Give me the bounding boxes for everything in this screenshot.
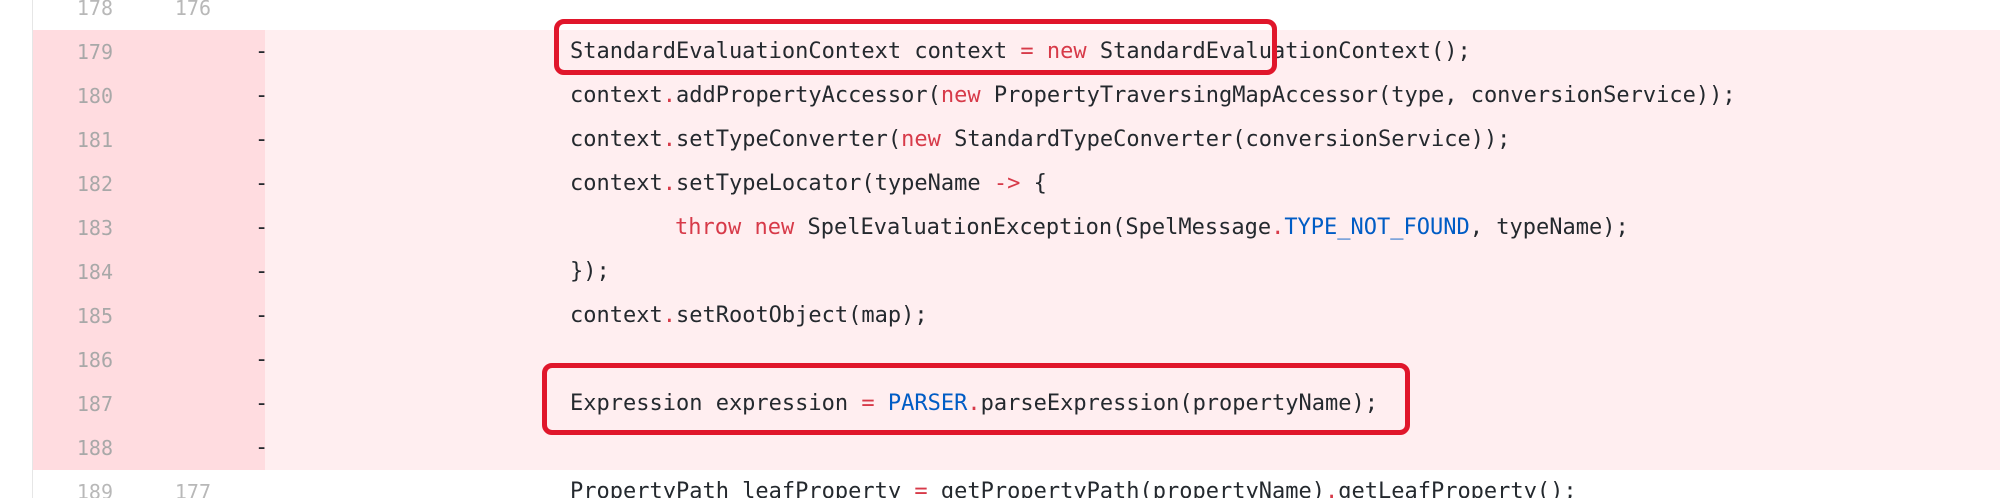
code-token: setRootObject(map);: [675, 303, 928, 328]
old-line-number[interactable]: 186: [33, 338, 113, 382]
old-line-number[interactable]: 185: [33, 294, 113, 338]
keyword-token: new: [901, 127, 941, 152]
code-token: });: [570, 259, 610, 284]
diff-row-deleted: 186 -: [33, 338, 2000, 382]
code-token: addPropertyAccessor(: [675, 83, 941, 108]
code-line: context.setRootObject(map);: [570, 294, 928, 338]
code-token: context: [570, 83, 663, 108]
new-line-number[interactable]: [127, 206, 211, 250]
diff-row-deleted: 182 - context.setTypeLocator(typeName ->…: [33, 162, 2000, 206]
code-token: SpelEvaluationException(SpelMessage: [794, 215, 1272, 240]
operator-token: .: [662, 303, 676, 328]
code-token: StandardTypeConverter(conversionService)…: [940, 127, 1511, 152]
new-line-number[interactable]: [127, 382, 211, 426]
new-line-number[interactable]: [127, 162, 211, 206]
code-token: getLeafProperty();: [1338, 479, 1577, 498]
deletion-marker: -: [255, 83, 269, 108]
diff-row-deleted: 181 - context.setTypeConverter(new Stand…: [33, 118, 2000, 162]
diff-row-deleted: 188 -: [33, 426, 2000, 470]
new-line-number[interactable]: 177: [127, 470, 211, 498]
deletion-marker: -: [255, 39, 269, 64]
code-token: {: [1020, 171, 1047, 196]
code-line: context.addPropertyAccessor(new Property…: [570, 74, 1736, 118]
diff-row-deleted: 183 - throw new SpelEvaluationException(…: [33, 206, 2000, 250]
old-line-number[interactable]: 182: [33, 162, 113, 206]
old-line-number[interactable]: 179: [33, 30, 113, 74]
new-line-number[interactable]: [127, 294, 211, 338]
operator-token: =: [861, 391, 875, 416]
keyword-token: throw: [675, 215, 742, 240]
operator-token: .: [662, 171, 676, 196]
operator-token: .: [1324, 479, 1339, 498]
code-line: PropertyPath leafProperty = getPropertyP…: [570, 470, 1577, 498]
diff-row-deleted: 185 - context.setRootObject(map);: [33, 294, 2000, 338]
new-line-number[interactable]: [127, 250, 211, 294]
old-line-number[interactable]: 178: [33, 0, 113, 30]
old-line-number[interactable]: 181: [33, 118, 113, 162]
diff-row-deleted: 180 - context.addPropertyAccessor(new Pr…: [33, 74, 2000, 118]
code-line: });: [570, 250, 610, 294]
operator-token: .: [662, 127, 676, 152]
code-line: throw new SpelEvaluationException(SpelMe…: [675, 206, 1629, 250]
code-token: context: [570, 171, 663, 196]
deletion-marker: -: [255, 347, 269, 372]
code-line: Expression expression = PARSER.parseExpr…: [570, 382, 1378, 426]
operator-token: ->: [993, 171, 1021, 196]
new-line-number[interactable]: [127, 426, 211, 470]
code-token: context: [570, 127, 663, 152]
code-token: PropertyPath leafProperty: [570, 479, 915, 498]
diff-row-deleted: 184 - });: [33, 250, 2000, 294]
old-line-number[interactable]: 187: [33, 382, 113, 426]
code-line: context.setTypeLocator(typeName -> {: [570, 162, 1047, 206]
operator-token: =: [914, 479, 928, 498]
deletion-marker: -: [255, 171, 269, 196]
new-line-number[interactable]: [127, 338, 211, 382]
new-line-number[interactable]: [127, 118, 211, 162]
deletion-marker: -: [255, 303, 269, 328]
operator-token: .: [967, 391, 981, 416]
old-line-number[interactable]: 189: [33, 470, 113, 498]
constant-token: PARSER: [887, 391, 968, 416]
code-token: setTypeConverter(: [675, 127, 902, 152]
new-line-number[interactable]: [127, 74, 211, 118]
old-line-number[interactable]: 180: [33, 74, 113, 118]
deletion-marker: -: [255, 435, 269, 460]
code-line: context.setTypeConverter(new StandardTyp…: [570, 118, 1510, 162]
new-line-number[interactable]: [127, 30, 211, 74]
deletion-marker: -: [255, 127, 269, 152]
code-token: StandardEvaluationContext context: [570, 39, 1021, 64]
operator-token: =: [1020, 39, 1034, 64]
new-line-number[interactable]: 176: [127, 0, 211, 30]
code-token: getPropertyPath(propertyName): [927, 479, 1325, 498]
code-token: Expression expression: [570, 391, 862, 416]
deletion-marker: -: [255, 215, 269, 240]
diff-row-context: 178 176: [33, 0, 2000, 30]
constant-token: TYPE_NOT_FOUND: [1284, 215, 1470, 240]
code-token: StandardEvaluationContext();: [1086, 39, 1471, 64]
deletion-marker: -: [255, 391, 269, 416]
deletion-marker: -: [255, 259, 269, 284]
code-token: PropertyTraversingMapAccessor(type, conv…: [980, 83, 1736, 108]
operator-token: .: [1271, 215, 1285, 240]
keyword-token: new: [1046, 39, 1087, 64]
old-line-number[interactable]: 183: [33, 206, 113, 250]
code-token: context: [570, 303, 663, 328]
operator-token: .: [662, 83, 676, 108]
diff-view: 178 176 179 - StandardEvaluationContext …: [32, 0, 2000, 498]
diff-row-deleted: 187 - Expression expression = PARSER.par…: [33, 382, 2000, 426]
keyword-token: new: [754, 215, 795, 240]
code-line: StandardEvaluationContext context = new …: [570, 30, 1471, 74]
keyword-token: new: [940, 83, 981, 108]
code-token: , typeName);: [1469, 215, 1629, 240]
old-line-number[interactable]: 188: [33, 426, 113, 470]
diff-row-context: 189 177 PropertyPath leafProperty = getP…: [33, 470, 2000, 498]
code-token: parseExpression(propertyName);: [980, 391, 1378, 416]
code-token: setTypeLocator(typeName: [675, 171, 994, 196]
old-line-number[interactable]: 184: [33, 250, 113, 294]
diff-row-deleted: 179 - StandardEvaluationContext context …: [33, 30, 2000, 74]
